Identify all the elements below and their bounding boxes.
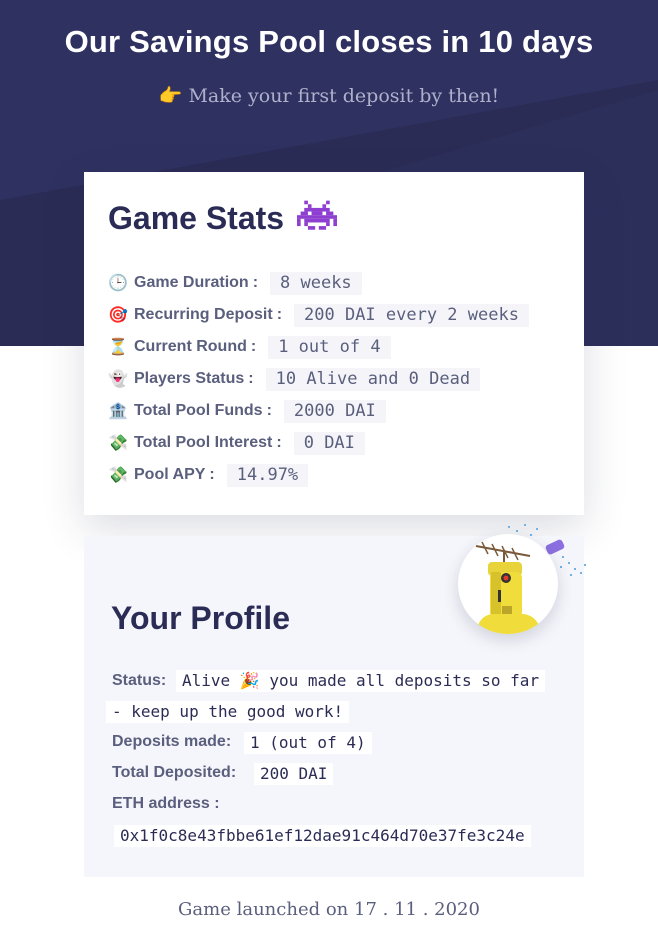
stat-row-total-pool-interest: 💸 Total Pool Interest: 0 DAI [108,430,365,456]
game-stats-card: Game Stats 🕒 Game Duration: 8 weeks 🎯 Re… [84,172,584,515]
stat-label: Pool APY [134,466,206,483]
stat-row-pool-apy: 💸 Pool APY: 14.97% [108,462,309,488]
ghost-icon: 👻 [108,371,128,388]
stat-value: 10 Alive and 0 Dead [265,367,481,391]
status-value-line1: Alive 🎉 you made all deposits so far [176,670,546,692]
target-icon: 🎯 [108,307,128,324]
status-value-line2: - keep up the good work! [106,701,350,723]
footer-launch-date: Game launched on 17 . 11 . 2020 [178,899,480,920]
hero-subtitle-text: Make your first deposit by then! [188,85,500,107]
deposits-value: 1 (out of 4) [244,732,372,754]
profile-avatar [458,534,558,634]
game-stats-title-text: Game Stats [108,200,285,236]
game-stats-title: Game Stats [108,200,337,237]
pointing-hand-icon: 👉 [158,85,183,107]
space-invader-icon [296,200,337,230]
stat-value: 0 DAI [293,431,365,455]
stat-label: Players Status [134,370,245,387]
stat-value: 2000 DAI [283,399,386,423]
bank-icon: 🏦 [108,403,128,420]
stat-row-recurring-deposit: 🎯 Recurring Deposit: 200 DAI every 2 wee… [108,302,529,328]
money-wings-icon: 💸 [108,435,128,452]
stat-value: 1 out of 4 [268,335,391,359]
stat-row-players-status: 👻 Players Status: 10 Alive and 0 Dead [108,366,481,392]
stat-label: Total Pool Funds [134,402,263,419]
hero-title: Our Savings Pool closes in 10 days [64,24,594,59]
stat-row-current-round: ⏳ Current Round: 1 out of 4 [108,334,391,360]
profile-title: Your Profile [111,600,290,636]
total-deposited-label: Total Deposited: [112,764,237,781]
stat-value: 14.97% [226,463,309,487]
status-label: Status: [112,672,167,689]
hero-subtitle: 👉 Make your first deposit by then! [0,84,658,107]
stat-label: Recurring Deposit [134,306,273,323]
stat-row-total-pool-funds: 🏦 Total Pool Funds: 2000 DAI [108,398,386,424]
clock-icon: 🕒 [108,275,128,292]
eth-address-label: ETH address : [112,795,220,812]
money-wings-icon: 💸 [108,467,128,484]
stat-row-game-duration: 🕒 Game Duration: 8 weeks [108,270,362,296]
eth-address-value: 0x1f0c8e43fbbe61ef12dae91c464d70e37fe3c2… [114,825,531,847]
stat-value: 200 DAI every 2 weeks [294,303,529,327]
stat-label: Current Round [134,338,247,355]
total-deposited-value: 200 DAI [254,763,334,785]
hourglass-icon: ⏳ [108,339,128,356]
deposits-label: Deposits made: [112,733,232,750]
stat-value: 8 weeks [270,271,362,295]
stat-label: Game Duration [134,274,249,291]
stat-label: Total Pool Interest [134,434,273,451]
robot-avatar-icon [475,541,542,634]
